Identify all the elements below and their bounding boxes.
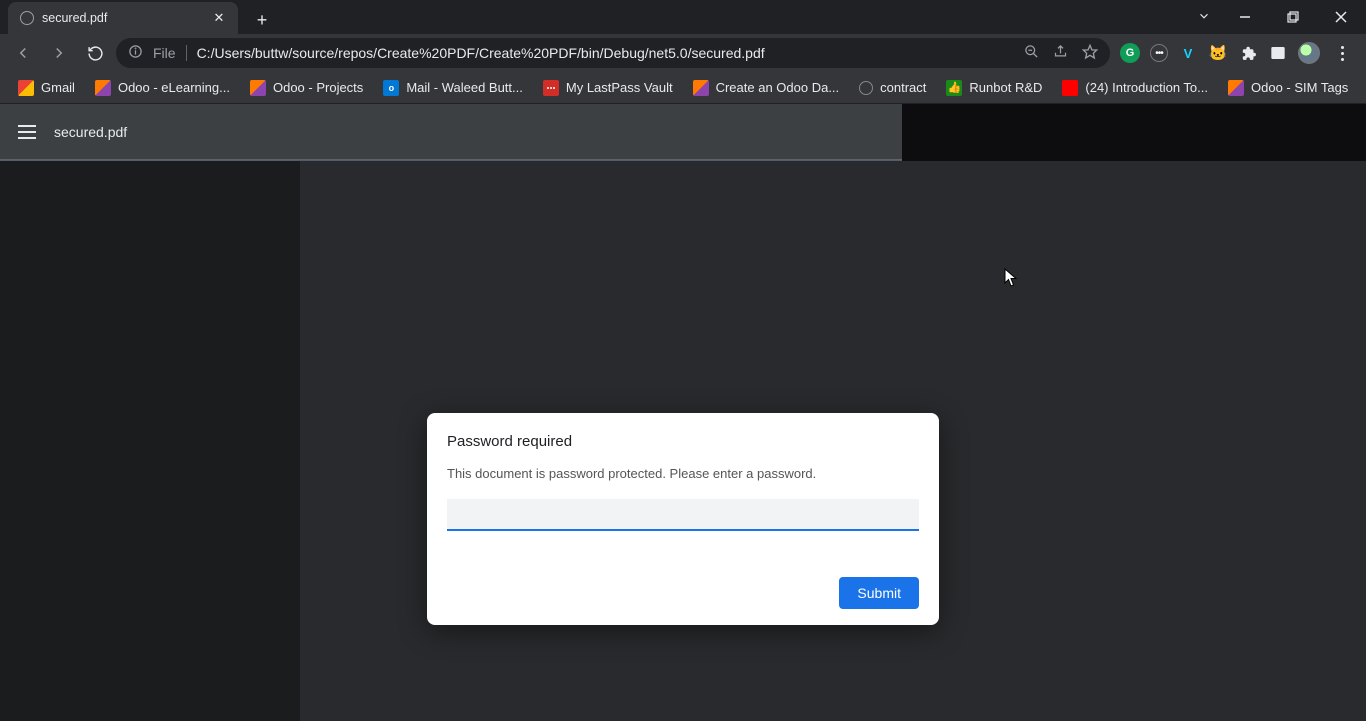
runbot-icon: 👍 (946, 80, 962, 96)
site-info-icon[interactable] (128, 44, 143, 62)
toolbar: File C:/Users/buttw/source/repos/Create%… (0, 34, 1366, 72)
maximize-button[interactable] (1274, 4, 1312, 30)
bookmark-odoo-elearning[interactable]: Odoo - eLearning... (87, 77, 238, 99)
tab-search-chevron-icon[interactable] (1192, 4, 1216, 28)
profile-avatar[interactable] (1298, 42, 1320, 64)
forward-button[interactable] (44, 38, 74, 68)
bookmarks-bar: Gmail Odoo - eLearning... Odoo - Project… (0, 72, 1366, 104)
dialog-title: Password required (447, 433, 919, 450)
bookmark-outlook[interactable]: o Mail - Waleed Butt... (375, 77, 531, 99)
grammarly-extension-icon[interactable]: G (1120, 43, 1140, 63)
tab-strip: secured.pdf ✕ + (0, 0, 1366, 34)
bookmark-youtube[interactable]: (24) Introduction To... (1054, 77, 1216, 99)
bookmark-contract[interactable]: contract (851, 77, 934, 98)
bookmark-label: My LastPass Vault (566, 80, 673, 95)
viewer-toolbar: secured.pdf (0, 104, 902, 160)
outlook-icon: o (383, 80, 399, 96)
chrome-menu-button[interactable] (1330, 46, 1354, 61)
share-icon[interactable] (1053, 44, 1068, 62)
tab-title: secured.pdf (42, 11, 204, 25)
document-title: secured.pdf (54, 124, 127, 140)
close-tab-icon[interactable]: ✕ (212, 11, 226, 25)
bookmark-star-icon[interactable] (1082, 44, 1098, 63)
bookmark-label: (24) Introduction To... (1085, 80, 1208, 95)
new-tab-button[interactable]: + (248, 6, 276, 34)
window-controls (1192, 4, 1360, 30)
bookmark-label: Gmail (41, 80, 75, 95)
bookmark-gmail[interactable]: Gmail (10, 77, 83, 99)
browser-tab[interactable]: secured.pdf ✕ (8, 2, 238, 34)
viewer-sidebar (0, 161, 300, 721)
extension-icon-2[interactable]: ••• (1150, 44, 1168, 62)
bookmark-odoo-projects[interactable]: Odoo - Projects (242, 77, 371, 99)
gmail-icon (18, 80, 34, 96)
bookmark-label: Odoo - eLearning... (118, 80, 230, 95)
youtube-icon (1062, 80, 1078, 96)
zoom-icon[interactable] (1024, 44, 1039, 62)
reload-button[interactable] (80, 38, 110, 68)
password-dialog: Password required This document is passw… (427, 413, 939, 625)
bookmark-label: Create an Odoo Da... (716, 80, 840, 95)
pdf-viewer: secured.pdf Password required This docum… (0, 104, 1366, 721)
minimize-button[interactable] (1226, 4, 1264, 30)
vimeo-extension-icon[interactable]: V (1178, 43, 1198, 63)
bookmark-odoo-simtags[interactable]: Odoo - SIM Tags (1220, 77, 1356, 99)
bookmark-label: Runbot R&D (969, 80, 1042, 95)
extension-icon-4[interactable]: 🐱 (1208, 43, 1228, 63)
generic-favicon-icon (859, 81, 873, 95)
sidepanel-icon[interactable] (1268, 43, 1288, 63)
lastpass-icon (543, 80, 559, 96)
odoo-icon (250, 80, 266, 96)
bookmark-label: contract (880, 80, 926, 95)
extensions-puzzle-icon[interactable] (1238, 43, 1258, 63)
bookmark-label: Odoo - Projects (273, 80, 363, 95)
address-bar[interactable]: File C:/Users/buttw/source/repos/Create%… (116, 38, 1110, 68)
odoo-icon (95, 80, 111, 96)
submit-button[interactable]: Submit (839, 577, 919, 609)
bookmark-odoo-create[interactable]: Create an Odoo Da... (685, 77, 848, 99)
password-input[interactable] (447, 499, 919, 531)
url-text: C:/Users/buttw/source/repos/Create%20PDF… (197, 45, 1014, 61)
hamburger-menu-icon[interactable] (18, 125, 36, 139)
odoo-icon (1228, 80, 1244, 96)
bookmark-label: Odoo - SIM Tags (1251, 80, 1348, 95)
bookmark-lastpass[interactable]: My LastPass Vault (535, 77, 681, 99)
back-button[interactable] (8, 38, 38, 68)
bookmark-runbot[interactable]: 👍 Runbot R&D (938, 77, 1050, 99)
tab-favicon (20, 11, 34, 25)
addr-right-icons (1024, 44, 1098, 63)
odoo-icon (693, 80, 709, 96)
bookmark-label: Mail - Waleed Butt... (406, 80, 523, 95)
dialog-actions: Submit (447, 577, 919, 609)
close-window-button[interactable] (1322, 4, 1360, 30)
dialog-message: This document is password protected. Ple… (447, 466, 919, 481)
url-scheme: File (153, 45, 187, 61)
extension-icons: G ••• V 🐱 (1116, 42, 1358, 64)
bookmarks-overflow-button[interactable]: » (1360, 78, 1366, 97)
